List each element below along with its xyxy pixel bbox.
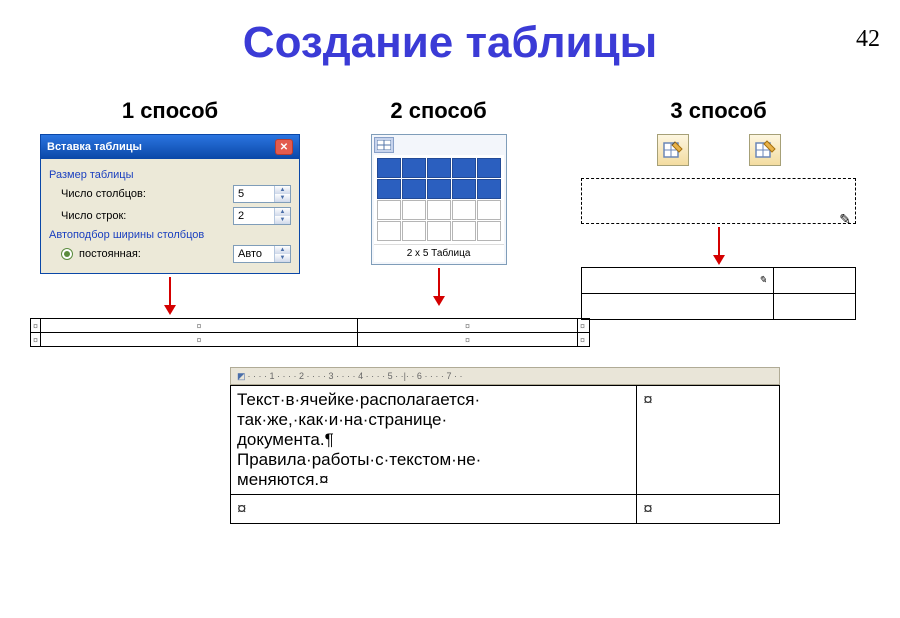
- arrow-down-icon: [438, 268, 440, 298]
- chevron-down-icon[interactable]: ▼: [275, 194, 290, 202]
- grid-cell[interactable]: [452, 221, 476, 241]
- chevron-down-icon[interactable]: ▼: [275, 254, 290, 262]
- rows-label: Число строк:: [61, 210, 126, 222]
- ruler-handle-icon[interactable]: ◩: [237, 371, 246, 382]
- insert-table-dialog: Вставка таблицы ✕ Размер таблицы Число с…: [40, 134, 300, 274]
- rows-spinner[interactable]: 2 ▲ ▼: [233, 207, 291, 225]
- ruler-cell: ¤: [358, 319, 578, 333]
- rows-value: 2: [234, 210, 274, 222]
- drawn-table-result: ✎: [581, 267, 856, 320]
- table-cell-empty[interactable]: ¤: [637, 495, 780, 524]
- arrow-down-icon: [169, 277, 171, 307]
- doc-line: так·же,·как·и·на·странице·: [237, 410, 447, 429]
- fixed-label: постоянная:: [79, 248, 141, 260]
- grid-cell[interactable]: [402, 158, 426, 178]
- document-table: Текст·в·ячейке·располагается· так·же,·ка…: [230, 385, 780, 524]
- grid-cell[interactable]: [402, 179, 426, 199]
- page-title: Создание таблицы: [0, 18, 900, 68]
- grid-cell[interactable]: [427, 179, 451, 199]
- grid-cell[interactable]: [377, 200, 401, 220]
- chevron-down-icon[interactable]: ▼: [275, 216, 290, 224]
- draw-table-pencil-icon[interactable]: [749, 134, 781, 166]
- grid-cell[interactable]: [477, 221, 501, 241]
- ruler-cell: ¤: [41, 333, 358, 347]
- grid-cell[interactable]: [452, 200, 476, 220]
- doc-line: Правила·работы·с·текстом·не·: [237, 450, 481, 469]
- method-3: 3 способ ✎ ✎: [577, 98, 860, 320]
- method-1-label: 1 способ: [40, 98, 300, 124]
- result-table-ruler: ¤¤¤¤ ¤¤¤¤: [30, 318, 590, 347]
- horizontal-ruler: ◩ · · · · 1 · · · · 2 · · · · 3 · · · · …: [230, 367, 780, 385]
- section-size-label: Размер таблицы: [49, 169, 291, 181]
- dialog-titlebar: Вставка таблицы ✕: [41, 135, 299, 159]
- ruler-cell: ¤: [358, 333, 578, 347]
- table-grid-picker[interactable]: 2 x 5 Таблица: [371, 134, 507, 265]
- grid-cell[interactable]: [452, 179, 476, 199]
- arrow-down-icon: [718, 227, 720, 257]
- grid-cell[interactable]: [427, 158, 451, 178]
- grid-cell[interactable]: [377, 221, 401, 241]
- grid-cells[interactable]: [374, 155, 504, 244]
- dialog-title-text: Вставка таблицы: [47, 141, 142, 153]
- cell-mark: ¤: [237, 499, 246, 518]
- chevron-up-icon[interactable]: ▲: [275, 246, 290, 254]
- method-3-label: 3 способ: [577, 98, 860, 124]
- fixed-width-spinner[interactable]: Авто ▲ ▼: [233, 245, 291, 263]
- cell-mark: ¤: [643, 499, 652, 518]
- ruler-cell: ¤: [31, 333, 41, 347]
- grid-cell[interactable]: [477, 200, 501, 220]
- grid-cell[interactable]: [377, 158, 401, 178]
- chevron-up-icon[interactable]: ▲: [275, 186, 290, 194]
- pencil-cursor-icon: ✎: [582, 275, 773, 286]
- ruler-cell: ¤: [578, 319, 590, 333]
- method-2: 2 способ 2 x 5 Таблица: [310, 98, 567, 298]
- grid-caption: 2 x 5 Таблица: [374, 244, 504, 262]
- method-2-label: 2 способ: [310, 98, 567, 124]
- document-sample: ◩ · · · · 1 · · · · 2 · · · · 3 · · · · …: [230, 367, 780, 524]
- table-cell-empty[interactable]: ¤: [637, 386, 780, 495]
- ruler-cell: ¤: [41, 319, 358, 333]
- doc-line: меняются.¤: [237, 470, 329, 489]
- ruler-cell: ¤: [578, 333, 590, 347]
- columns-label: Число столбцов:: [61, 188, 146, 200]
- chevron-up-icon[interactable]: ▲: [275, 208, 290, 216]
- fixed-value: Авто: [234, 248, 274, 260]
- page-number: 42: [856, 26, 880, 53]
- table-cell-text[interactable]: Текст·в·ячейке·располагается· так·же,·ка…: [231, 386, 637, 495]
- cell-mark: ¤: [643, 390, 652, 409]
- columns-value: 5: [234, 188, 274, 200]
- grid-cell[interactable]: [452, 158, 476, 178]
- draw-table-area[interactable]: ✎: [581, 178, 856, 224]
- grid-cell[interactable]: [427, 200, 451, 220]
- method-1: 1 способ Вставка таблицы ✕ Размер таблиц…: [40, 98, 300, 307]
- ruler-cell: ¤: [31, 319, 41, 333]
- grid-cell[interactable]: [377, 179, 401, 199]
- table-icon: [374, 137, 394, 153]
- draw-table-icon[interactable]: [657, 134, 689, 166]
- radio-fixed[interactable]: [61, 248, 73, 260]
- grid-cell[interactable]: [477, 179, 501, 199]
- grid-cell[interactable]: [402, 221, 426, 241]
- grid-cell[interactable]: [427, 221, 451, 241]
- close-icon[interactable]: ✕: [275, 139, 293, 155]
- doc-line: документа.¶: [237, 430, 334, 449]
- table-cell-empty[interactable]: ¤: [231, 495, 637, 524]
- pencil-cursor-icon: ✎: [839, 211, 851, 228]
- section-autofit-label: Автоподбор ширины столбцов: [49, 229, 291, 241]
- doc-line: Текст·в·ячейке·располагается·: [237, 390, 480, 409]
- grid-cell[interactable]: [402, 200, 426, 220]
- grid-cell[interactable]: [477, 158, 501, 178]
- columns-spinner[interactable]: 5 ▲ ▼: [233, 185, 291, 203]
